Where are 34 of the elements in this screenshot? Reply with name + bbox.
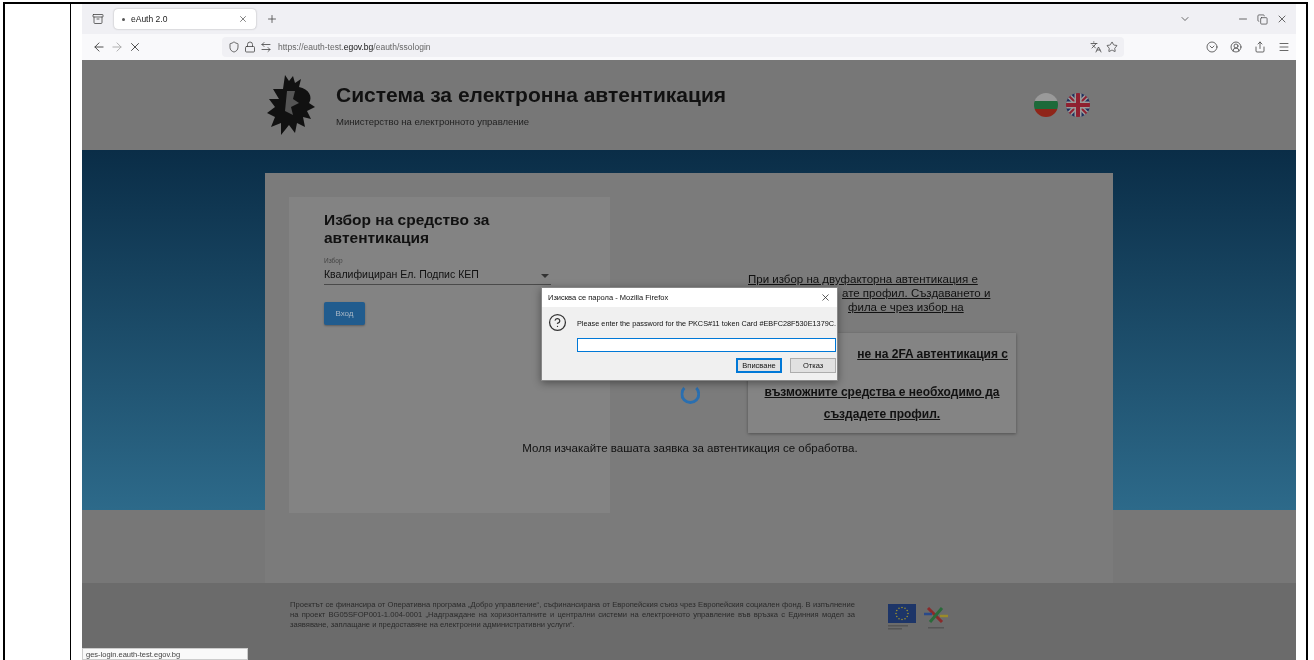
close-icon[interactable] (1276, 13, 1288, 25)
star-icon[interactable] (1106, 41, 1118, 53)
address-bar[interactable]: https://eauth-test.egov.bg/eauth/ssologin (222, 37, 1124, 57)
new-tab-icon[interactable] (266, 13, 278, 25)
twofa-link[interactable]: създадете профил. (823, 403, 941, 425)
twofa-link[interactable]: възможните средства е необходимо да (764, 381, 1000, 403)
stop-icon[interactable] (128, 40, 142, 54)
eu-flag-icon (888, 604, 916, 630)
password-field[interactable] (577, 338, 837, 352)
account-icon[interactable] (1230, 41, 1242, 53)
site-subtitle: Министерство на електронното управление (336, 116, 531, 127)
panel-heading: Избор на средство за автентикация (324, 211, 491, 247)
question-icon (548, 313, 567, 332)
wait-message: Моля изчакайте вашата заявка за автентикация се обработва. (522, 442, 858, 454)
bulgarian-flag-icon[interactable] (1034, 93, 1058, 117)
login-button[interactable]: Вход (324, 302, 365, 325)
twofa-link[interactable]: не на 2FA автентикация с (857, 343, 1008, 365)
share-icon[interactable] (1254, 41, 1266, 53)
caret-icon (541, 274, 549, 278)
info-link[interactable]: При избор на двуфакторна автентикация е (748, 272, 1016, 286)
translate-icon[interactable] (1090, 41, 1102, 53)
program-logo-icon (922, 604, 950, 630)
loading-dot-icon (122, 17, 125, 21)
restore-icon[interactable] (1257, 13, 1268, 25)
close-icon[interactable] (238, 14, 248, 24)
close-icon[interactable] (820, 292, 831, 303)
site-title: Система за електронна автентикация (336, 83, 727, 107)
arrows-icon[interactable] (260, 41, 272, 53)
lock-icon[interactable] (244, 41, 256, 53)
menu-icon[interactable] (1278, 41, 1290, 53)
tab-list-icon[interactable] (92, 13, 104, 25)
shield-icon[interactable] (228, 41, 240, 53)
british-flag-icon[interactable] (1066, 93, 1090, 117)
browser-tab[interactable]: eAuth 2.0 (114, 9, 256, 29)
